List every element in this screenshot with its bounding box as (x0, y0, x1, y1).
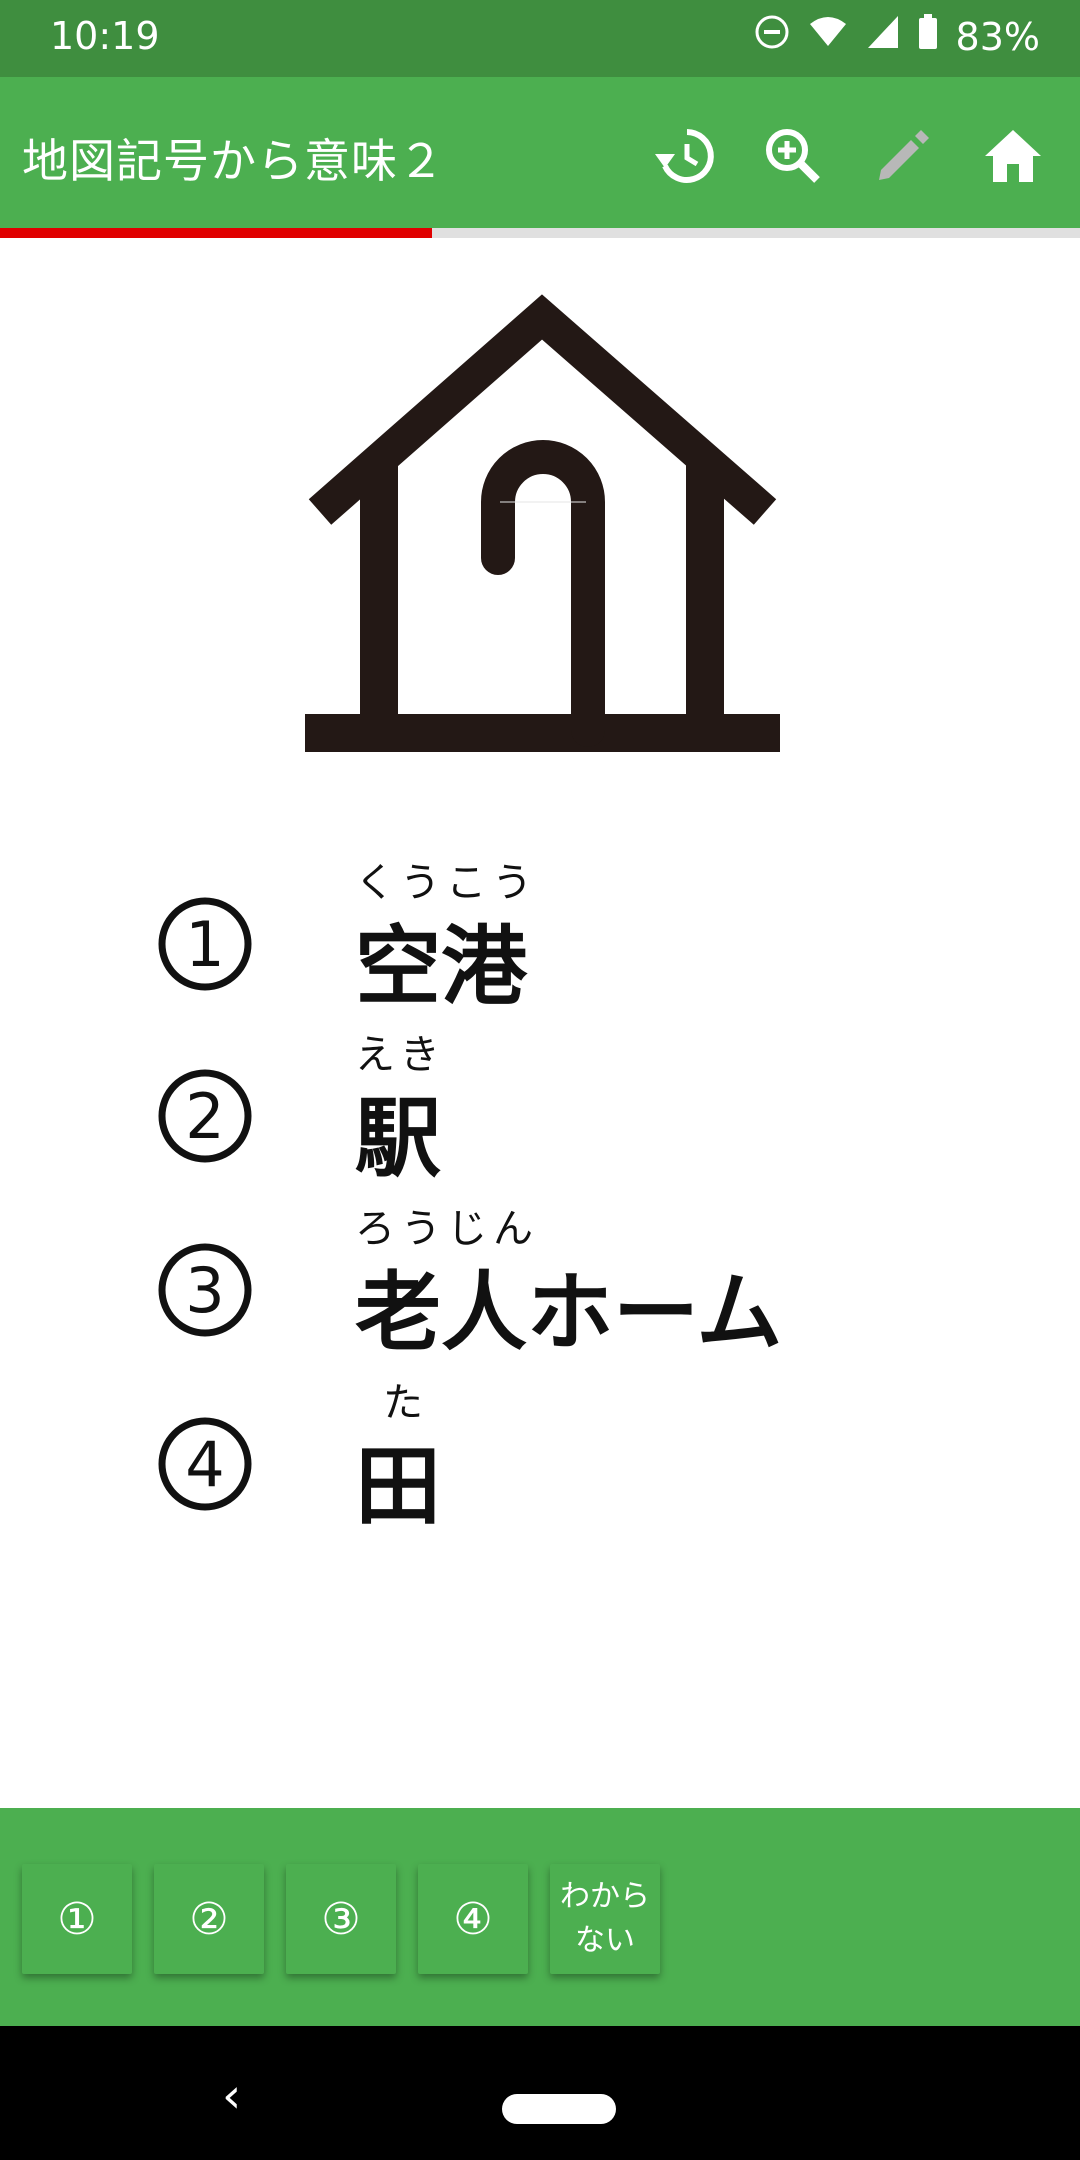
answer-button-2[interactable]: ② (154, 1864, 264, 1974)
svg-text:3: 3 (185, 1254, 224, 1327)
wifi-icon (808, 14, 848, 59)
svg-text:1: 1 (185, 908, 224, 981)
battery-icon (918, 14, 938, 59)
battery-percent: 83% (955, 14, 1040, 59)
option-number-2: 2 (155, 1066, 255, 1166)
status-bar: 10:19 83% (0, 0, 1080, 77)
answer-button-1[interactable]: ① (22, 1864, 132, 1974)
elderly-home-map-symbol (300, 290, 785, 760)
do-not-disturb-icon (754, 14, 790, 59)
option-3: 3 ろうじん 老人ホーム (155, 1196, 955, 1363)
svg-text:4: 4 (185, 1428, 224, 1501)
status-time: 10:19 (50, 14, 160, 58)
signal-icon (866, 14, 900, 59)
answer-panel: ① ② ③ ④ わから ない (0, 1808, 1080, 2026)
option-1-text: 空港 (355, 917, 527, 1017)
option-number-1: 1 (155, 894, 255, 994)
page-title: 地図記号から意味２ (22, 134, 445, 188)
option-2-text: 駅 (355, 1089, 441, 1189)
option-4-text: 田 (355, 1437, 441, 1537)
progress-bar (0, 228, 1080, 238)
option-number-3: 3 (155, 1240, 255, 1340)
app-bar: 地図記号から意味２ (0, 77, 1080, 231)
dont-know-button[interactable]: わから ない (550, 1864, 660, 1974)
home-pill[interactable] (502, 2094, 616, 2124)
zoom-in-icon[interactable] (758, 121, 828, 191)
option-1: 1 くうこう 空港 (155, 850, 955, 1017)
system-nav-bar: ‹ (0, 2026, 1080, 2160)
option-4: 4 た 田 (155, 1370, 955, 1537)
progress-fill (0, 228, 432, 238)
back-icon[interactable]: ‹ (222, 2068, 241, 2124)
status-icons: 83% (754, 14, 1040, 59)
answer-button-4[interactable]: ④ (418, 1864, 528, 1974)
history-icon[interactable] (648, 121, 718, 191)
home-icon[interactable] (978, 121, 1048, 191)
option-2: 2 えき 駅 (155, 1022, 955, 1189)
answer-button-3[interactable]: ③ (286, 1864, 396, 1974)
option-number-4: 4 (155, 1414, 255, 1514)
option-3-text: 老人ホーム (355, 1263, 783, 1363)
pencil-icon[interactable] (868, 121, 938, 191)
svg-text:2: 2 (185, 1080, 224, 1153)
